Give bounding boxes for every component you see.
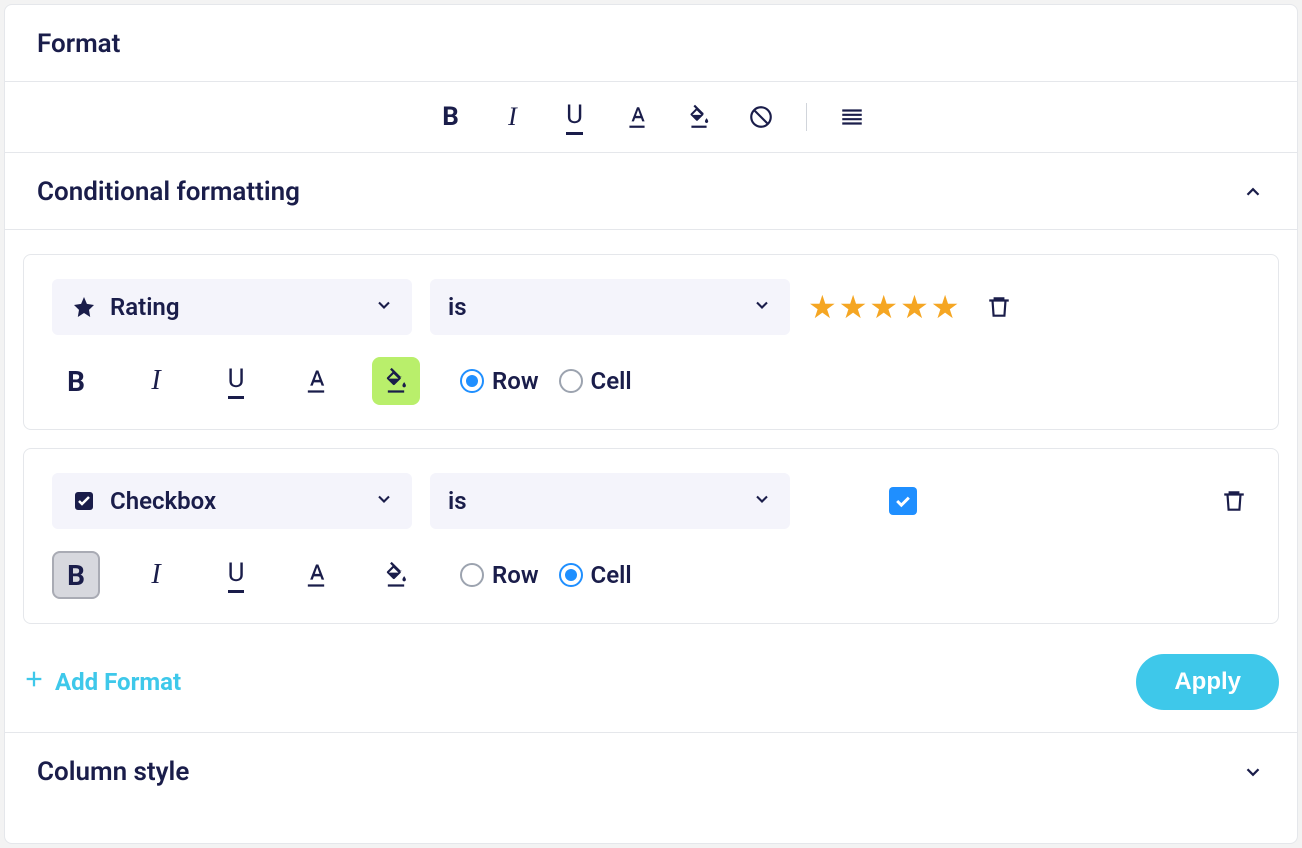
bold-button[interactable]: B — [434, 100, 468, 134]
rule-card: Rating is ★ ★ ★ — [23, 254, 1279, 430]
rule-condition-row: Checkbox is — [52, 473, 1250, 529]
italic-button[interactable]: I — [132, 551, 180, 599]
rule-format-row: B I U Row Cell — [52, 357, 1250, 405]
bold-button[interactable]: B — [52, 357, 100, 405]
rule-format-row: B I U Row Cell — [52, 551, 1250, 599]
radio-icon — [460, 563, 484, 587]
star-icon: ★ — [869, 288, 898, 326]
add-format-label: Add Format — [55, 668, 181, 696]
underline-button[interactable]: U — [558, 100, 592, 134]
rule-condition-row: Rating is ★ ★ ★ — [52, 279, 1250, 335]
delete-rule-button[interactable] — [1218, 485, 1250, 517]
rating-value[interactable]: ★ ★ ★ ★ ★ — [808, 288, 959, 326]
field-label: Checkbox — [110, 487, 216, 515]
radio-label: Cell — [591, 367, 632, 395]
underline-button[interactable]: U — [212, 357, 260, 405]
plus-icon — [23, 668, 45, 696]
clear-format-button[interactable] — [744, 100, 778, 134]
star-icon: ★ — [808, 288, 837, 326]
column-style-header[interactable]: Column style — [5, 732, 1297, 811]
radio-icon — [460, 369, 484, 393]
toolbar-divider — [806, 103, 807, 131]
scope-row-radio[interactable]: Row — [460, 561, 539, 589]
chevron-down-icon — [752, 487, 772, 515]
operator-label: is — [448, 293, 467, 321]
star-icon: ★ — [839, 288, 868, 326]
scope-radio-group: Row Cell — [460, 561, 632, 589]
underline-button[interactable]: U — [212, 551, 260, 599]
operator-select[interactable]: is — [430, 279, 790, 335]
fill-color-button[interactable] — [372, 551, 420, 599]
add-format-button[interactable]: Add Format — [23, 668, 181, 696]
chevron-down-icon — [752, 293, 772, 321]
radio-label: Row — [492, 561, 539, 589]
radio-icon — [559, 369, 583, 393]
align-button[interactable] — [835, 100, 869, 134]
rule-card: Checkbox is — [23, 448, 1279, 624]
chevron-down-icon[interactable] — [1241, 760, 1265, 784]
operator-label: is — [448, 487, 467, 515]
scope-row-radio[interactable]: Row — [460, 367, 539, 395]
checkbox-checked-icon — [889, 487, 917, 515]
text-color-button[interactable] — [620, 100, 654, 134]
format-toolbar: B I U — [5, 82, 1297, 153]
rules-footer: Add Format Apply — [5, 646, 1297, 732]
field-select[interactable]: Checkbox — [52, 473, 412, 529]
delete-rule-button[interactable] — [983, 291, 1015, 323]
text-color-button[interactable] — [292, 551, 340, 599]
star-icon: ★ — [900, 288, 929, 326]
field-select[interactable]: Rating — [52, 279, 412, 335]
chevron-up-icon[interactable] — [1241, 180, 1265, 204]
conditional-formatting-title: Conditional formatting — [37, 177, 300, 207]
format-panel: Format B I U Conditional formatting — [4, 4, 1298, 844]
checkbox-icon — [70, 487, 98, 515]
scope-cell-radio[interactable]: Cell — [559, 561, 632, 589]
fill-color-button[interactable] — [372, 357, 420, 405]
conditional-formatting-header[interactable]: Conditional formatting — [5, 153, 1297, 230]
bold-button[interactable]: B — [52, 551, 100, 599]
star-icon: ★ — [931, 288, 960, 326]
scope-radio-group: Row Cell — [460, 367, 632, 395]
apply-button[interactable]: Apply — [1136, 654, 1279, 710]
chevron-down-icon — [374, 293, 394, 321]
italic-button[interactable]: I — [496, 100, 530, 134]
checkbox-value[interactable] — [808, 487, 998, 515]
rules-area: Rating is ★ ★ ★ — [5, 230, 1297, 646]
chevron-down-icon — [374, 487, 394, 515]
field-label: Rating — [110, 293, 180, 321]
star-icon — [70, 293, 98, 321]
italic-button[interactable]: I — [132, 357, 180, 405]
scope-cell-radio[interactable]: Cell — [559, 367, 632, 395]
fill-color-button[interactable] — [682, 100, 716, 134]
radio-label: Row — [492, 367, 539, 395]
text-color-button[interactable] — [292, 357, 340, 405]
format-title: Format — [37, 29, 120, 59]
format-header: Format — [5, 5, 1297, 82]
radio-icon — [559, 563, 583, 587]
radio-label: Cell — [591, 561, 632, 589]
operator-select[interactable]: is — [430, 473, 790, 529]
column-style-title: Column style — [37, 757, 189, 787]
